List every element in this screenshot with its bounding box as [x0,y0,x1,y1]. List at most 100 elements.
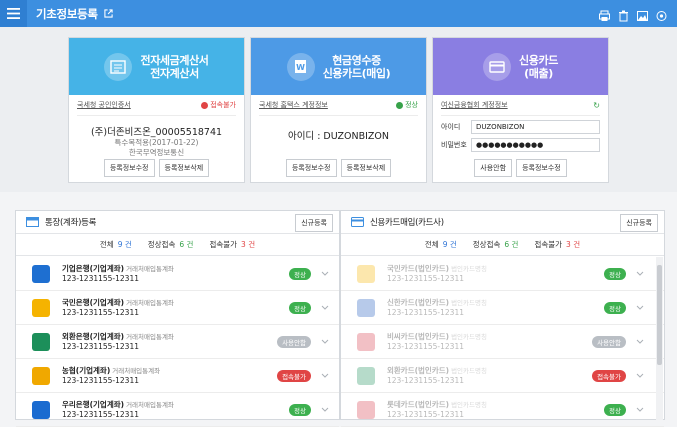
status-badge: 사용안함 [277,335,311,348]
total-label: 전체 [424,240,439,249]
edit-registration-button[interactable]: 등록정보수정 [103,159,155,177]
card-title: 현금영수증 [332,53,381,67]
external-link-icon[interactable] [104,9,113,18]
account-description: 법인카드명칭 [451,332,487,341]
account-name: 비씨카드(법인카드) [387,331,450,341]
account-name: 외환은행(기업계좌) [62,331,125,341]
page-title: 기초정보등록 [36,6,98,21]
chevron-down-icon[interactable] [321,339,329,345]
password-input[interactable] [471,138,600,152]
credit-association-link[interactable]: 여신금융협회 계정정보 [441,100,508,110]
bank-logo-icon [32,366,50,385]
account-info: 기업은행(기업계좌) 거래처매입통계좌 123-1231155-12311 [62,264,174,284]
delete-registration-button[interactable]: 등록정보삭제 [158,159,210,177]
account-info: 외환은행(기업계좌) 거래처매입통계좌 123-1231155-12311 [62,332,174,352]
card-title: 신용카드 [519,53,558,67]
account-description: 거래처매입통계좌 [126,400,174,409]
list-item[interactable]: 국민은행(기업계좌) 거래처매입통계좌 123-1231155-12311 정상 [16,291,339,325]
total-count: 9 건 [117,240,132,249]
document-icon: W [286,52,315,81]
list-item[interactable]: 국민카드(법인카드) 법인카드명칭 123-1231155-12311 정상 [341,257,664,291]
account-info: 우리은행(기업계좌) 거래처매입통계좌 123-1231155-12311 [62,400,174,420]
chevron-down-icon[interactable] [636,271,644,277]
registration-cards-area: 전자세금계산서 전자계산서 국세청 공인인증서 접속불가 (주)더존비즈온_000… [0,27,677,192]
card-subtitle: 전자계산서 [150,66,199,80]
new-registration-button[interactable]: 신규등록 [620,214,658,232]
panel-title: 통장(계좌)등록 [45,218,97,228]
account-id-text: 아이디 : DUZONBIZON [287,131,390,142]
list-item[interactable]: 농협(기업계좌) 거래처매입통계좌 123-1231155-12311 접속불가 [16,359,339,393]
ok-count: 6 건 [504,240,519,249]
status-text: 접속불가 [210,101,236,109]
chevron-down-icon[interactable] [321,305,329,311]
chevron-down-icon[interactable] [636,373,644,379]
account-name: 롯데카드(법인카드) [387,399,450,409]
status-badge: 정상 [604,403,626,416]
card-subtitle: 신용카드(매입) [322,66,391,80]
status-badge: 접속불가 [201,100,236,110]
account-number: 123-1231155-12311 [387,273,464,283]
chevron-down-icon[interactable] [636,339,644,345]
chevron-down-icon[interactable] [321,407,329,413]
bank-logo-icon [357,400,375,419]
ok-label: 정상접속 [147,240,176,249]
list-item[interactable]: 우리은행(기업계좌) 거래처매입통계좌 123-1231155-12311 정상 [16,393,339,427]
account-info: 국민카드(법인카드) 법인카드명칭 123-1231155-12311 [387,264,487,284]
chevron-down-icon[interactable] [321,271,329,277]
card-header: 전자세금계산서 전자계산서 [69,38,244,95]
list-item[interactable]: 비씨카드(법인카드) 법인카드명칭 123-1231155-12311 사용안함 [341,325,664,359]
sync-icon[interactable]: ↻ [593,101,600,110]
account-description: 법인카드명칭 [451,400,487,409]
delete-icon[interactable] [618,7,629,22]
list-item[interactable]: 외환카드(법인카드) 법인카드명칭 123-1231155-12311 접속불가 [341,359,664,393]
account-info: 신한카드(법인카드) 법인카드명칭 123-1231155-12311 [387,298,487,318]
hometax-account-link[interactable]: 국세청 홈택스 계정정보 [259,100,328,110]
error-icon [201,101,209,109]
chevron-down-icon[interactable] [636,407,644,413]
card-header: W 현금영수증 신용카드(매입) [251,38,426,95]
status-text: 정상 [405,101,418,109]
disable-button[interactable]: 사용안함 [474,159,513,177]
image-icon[interactable] [637,7,648,21]
list-item[interactable]: 외환은행(기업계좌) 거래처매입통계좌 123-1231155-12311 사용안함 [16,325,339,359]
total-label: 전체 [99,240,114,249]
bank-logo-icon [357,298,375,317]
account-number: 123-1231155-12311 [387,341,464,351]
status-badge: 정상 [396,100,418,110]
hamburger-menu-button[interactable] [0,0,27,27]
account-name: 외환카드(법인카드) [387,365,450,375]
account-number: 123-1231155-12311 [62,307,139,317]
certificate-issuer: 한국무역정보통신 [128,148,185,157]
list-item[interactable]: 기업은행(기업계좌) 거래처매입통계좌 123-1231155-12311 정상 [16,257,339,291]
list-item[interactable]: 신한카드(법인카드) 법인카드명칭 123-1231155-12311 정상 [341,291,664,325]
edit-registration-button[interactable]: 등록정보수정 [285,159,337,177]
scrollbar-thumb[interactable] [657,265,662,365]
account-name: 기업은행(기업계좌) [62,263,125,273]
print-icon[interactable] [599,7,610,21]
edit-registration-button[interactable]: 등록정보수정 [516,159,567,177]
company-certificate: (주)더존비즈온_00005518741 [90,127,223,138]
account-number: 123-1231155-12311 [62,375,139,385]
account-description: 거래처매입통계좌 [112,366,161,375]
bank-account-panel: 통장(계좌)등록 신규등록 전체 9 건 정상접속 6 건 접속불가 3 건 기업은행… [15,210,340,427]
list-item[interactable]: 롯데카드(법인카드) 법인카드명칭 123-1231155-12311 정상 [341,393,664,427]
status-badge: 정상 [604,267,626,280]
certificate-link[interactable]: 국세청 공인인증서 [77,100,131,110]
panel-title: 신용카드매입(카드사) [370,218,444,228]
account-number: 123-1231155-12311 [62,409,139,419]
settings-icon[interactable] [656,7,667,21]
chevron-down-icon[interactable] [636,305,644,311]
status-badge: 정상 [289,267,311,280]
summary-bar: 전체 9 건 정상접속 6 건 접속불가 3 건 [16,234,339,256]
account-description: 법인카드명칭 [451,366,487,375]
certificate-type: 특수목적용(2017-01-22) [114,138,199,147]
status-badge: 정상 [604,301,626,314]
new-registration-button[interactable]: 신규등록 [295,214,333,232]
invoice-icon [104,52,133,81]
password-label: 비밀번호 [441,141,467,149]
id-input[interactable] [471,120,600,134]
account-description: 거래처매입통계좌 [126,298,174,307]
delete-registration-button[interactable]: 등록정보삭제 [340,159,392,177]
chevron-down-icon[interactable] [321,373,329,379]
list-scrollbar[interactable] [656,257,663,420]
